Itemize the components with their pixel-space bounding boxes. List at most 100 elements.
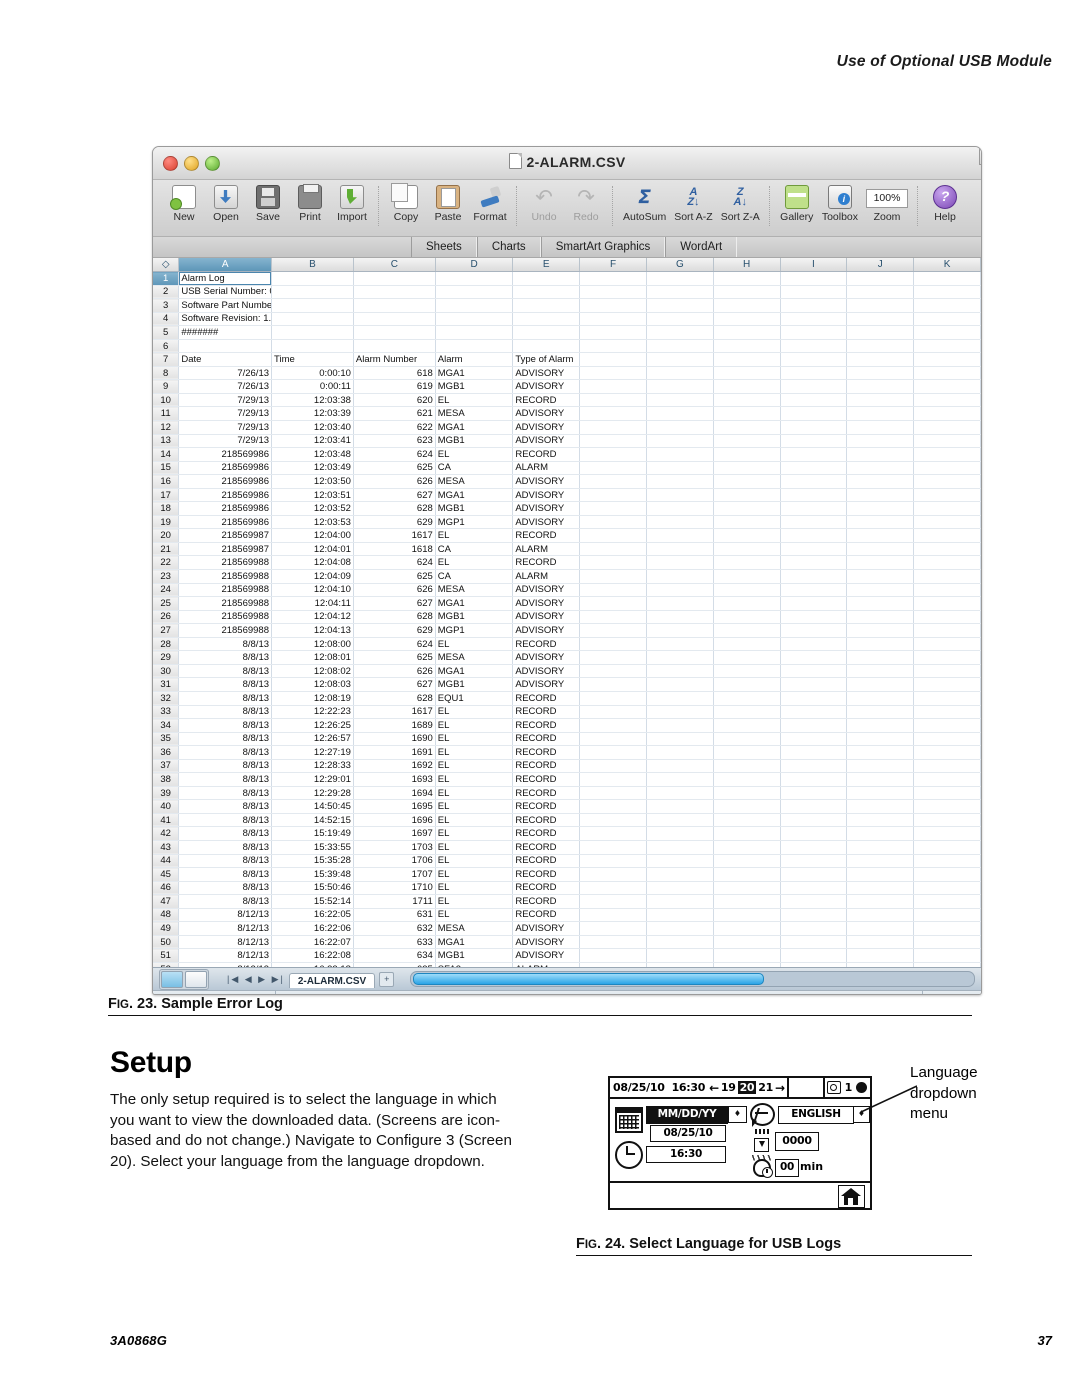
grid-cell[interactable]: 625 xyxy=(353,461,436,476)
grid-cell[interactable] xyxy=(713,515,781,530)
grid-cell[interactable]: EL xyxy=(435,745,514,760)
grid-cell[interactable] xyxy=(178,339,273,354)
grid-cell[interactable] xyxy=(913,813,981,828)
grid-cell[interactable] xyxy=(780,677,848,692)
grid-cell[interactable] xyxy=(780,826,848,841)
grid-cell[interactable] xyxy=(579,474,647,489)
grid-cell[interactable] xyxy=(713,528,781,543)
toolbar[interactable]: New Open Save Print Import Copy Paste Fo… xyxy=(153,147,981,237)
grid-cell[interactable]: 1695 xyxy=(353,799,436,814)
grid-cell[interactable] xyxy=(846,610,915,625)
grid-cell[interactable] xyxy=(913,881,981,896)
grid-cell[interactable] xyxy=(713,813,781,828)
grid-cell[interactable]: Type of Alarm xyxy=(512,352,581,367)
column-header-g[interactable]: G xyxy=(646,258,714,272)
grid-cell[interactable]: 218569988 xyxy=(178,623,273,638)
grid-cell[interactable]: EL xyxy=(435,718,514,733)
grid-cell[interactable]: 620 xyxy=(353,393,436,408)
grid-cell[interactable] xyxy=(780,339,848,354)
grid-cell[interactable] xyxy=(780,908,848,923)
toolbar-help-button[interactable]: ? Help xyxy=(924,184,966,223)
grid-cell[interactable] xyxy=(579,447,647,462)
grid-cell[interactable] xyxy=(780,637,848,652)
grid-cell[interactable] xyxy=(646,921,714,936)
column-header-b[interactable]: B xyxy=(271,258,354,272)
grid-cell[interactable]: 627 xyxy=(353,677,436,692)
table-row[interactable]: 21 218569987 12:04:01 1618 CA ALARM xyxy=(153,542,981,557)
grid-cell[interactable] xyxy=(646,623,714,638)
grid-cell[interactable] xyxy=(646,813,714,828)
column-header-i[interactable]: I xyxy=(780,258,848,272)
grid-cell[interactable] xyxy=(579,935,647,950)
grid-cell[interactable] xyxy=(646,840,714,855)
grid-cell[interactable] xyxy=(646,610,714,625)
grid-cell[interactable] xyxy=(713,881,781,896)
grid-cell[interactable]: 218569986 xyxy=(178,474,273,489)
grid-cell[interactable] xyxy=(846,881,915,896)
row-header-46[interactable]: 46 xyxy=(153,881,180,896)
grid-cell[interactable]: 12:08:01 xyxy=(271,650,354,665)
grid-cell[interactable]: 12:26:57 xyxy=(271,732,354,747)
table-row[interactable]: 2USB Serial Number: 09001088 xyxy=(153,285,981,300)
toolbar-sort-az-button[interactable]: A Z↓ Sort A-Z xyxy=(670,184,717,223)
grid-cell[interactable] xyxy=(713,826,781,841)
grid-cell[interactable]: 8/8/13 xyxy=(178,745,273,760)
grid-cell[interactable] xyxy=(646,881,714,896)
grid-cell[interactable] xyxy=(713,569,781,584)
grid-cell[interactable]: 12:04:12 xyxy=(271,610,354,625)
grid-cell[interactable]: MGP1 xyxy=(435,515,514,530)
row-header-1[interactable]: 1 xyxy=(153,271,180,286)
grid-cell[interactable]: MESA xyxy=(435,650,514,665)
grid-cell[interactable] xyxy=(913,610,981,625)
language-dropdown-field[interactable]: ENGLISH xyxy=(778,1106,854,1124)
grid-cell[interactable]: 627 xyxy=(353,488,436,503)
grid-cell[interactable] xyxy=(646,596,714,611)
table-row[interactable]: 9 7/26/13 0:00:11 619 MGB1 ADVISORY xyxy=(153,379,981,394)
grid-cell[interactable]: MGB1 xyxy=(435,379,514,394)
grid-cell[interactable] xyxy=(846,271,915,286)
grid-cell[interactable]: 16:22:08 xyxy=(271,948,354,963)
grid-cell[interactable] xyxy=(846,650,915,665)
view-mode-buttons[interactable] xyxy=(159,968,209,990)
grid-cell[interactable]: 12:04:09 xyxy=(271,569,354,584)
toolbar-gallery-button[interactable]: Gallery xyxy=(776,184,818,223)
grid-cell[interactable] xyxy=(579,515,647,530)
screen-number-prev[interactable]: 19 xyxy=(719,1081,738,1094)
grid-cell[interactable] xyxy=(579,379,647,394)
grid-cell[interactable]: 15:52:14 xyxy=(271,894,354,909)
grid-cell[interactable] xyxy=(579,908,647,923)
grid-cell[interactable]: RECORD xyxy=(512,528,581,543)
toolbar-copy-button[interactable]: Copy xyxy=(385,183,427,223)
grid-cell[interactable] xyxy=(646,962,714,967)
grid-cell[interactable] xyxy=(846,569,915,584)
grid-cell[interactable] xyxy=(780,962,848,967)
grid-cell[interactable]: 8/8/13 xyxy=(178,840,273,855)
grid-cell[interactable]: 1690 xyxy=(353,732,436,747)
grid-cell[interactable] xyxy=(780,569,848,584)
grid-cell[interactable]: 12:03:39 xyxy=(271,406,354,421)
grid-cell[interactable] xyxy=(846,420,915,435)
grid-cell[interactable] xyxy=(780,623,848,638)
grid-cell[interactable]: 12:29:01 xyxy=(271,772,354,787)
grid-cell[interactable]: 0:00:11 xyxy=(271,379,354,394)
grid-cell[interactable] xyxy=(780,732,848,747)
grid-cell[interactable] xyxy=(780,555,848,571)
grid-cell[interactable]: 1711 xyxy=(353,894,436,909)
grid-cell[interactable] xyxy=(646,393,714,408)
grid-cell[interactable] xyxy=(435,339,514,354)
grid-cell[interactable]: RECORD xyxy=(512,813,581,828)
grid-cell[interactable] xyxy=(713,555,781,571)
grid-cell[interactable] xyxy=(579,799,647,814)
grid-cell[interactable] xyxy=(512,298,581,313)
table-row[interactable]: 10 7/29/13 12:03:38 620 EL RECORD xyxy=(153,393,981,408)
grid-cell[interactable] xyxy=(846,393,915,408)
grid-cell[interactable] xyxy=(780,718,848,733)
grid-cell[interactable]: RECORD xyxy=(512,772,581,787)
row-header-37[interactable]: 37 xyxy=(153,759,180,774)
table-row[interactable]: 20 218569987 12:04:00 1617 EL RECORD xyxy=(153,528,981,543)
grid-cell[interactable]: 7/29/13 xyxy=(178,393,273,408)
grid-cell[interactable] xyxy=(353,325,436,340)
grid-cell[interactable]: ADVISORY xyxy=(512,583,581,598)
grid-table[interactable]: ◇ A B C D E F G H I J K 1 Alarm Log 2 USB Serial Numbe… xyxy=(153,258,981,967)
table-row[interactable]: 24 218569988 12:04:10 626 MESA ADVISORY xyxy=(153,583,981,598)
